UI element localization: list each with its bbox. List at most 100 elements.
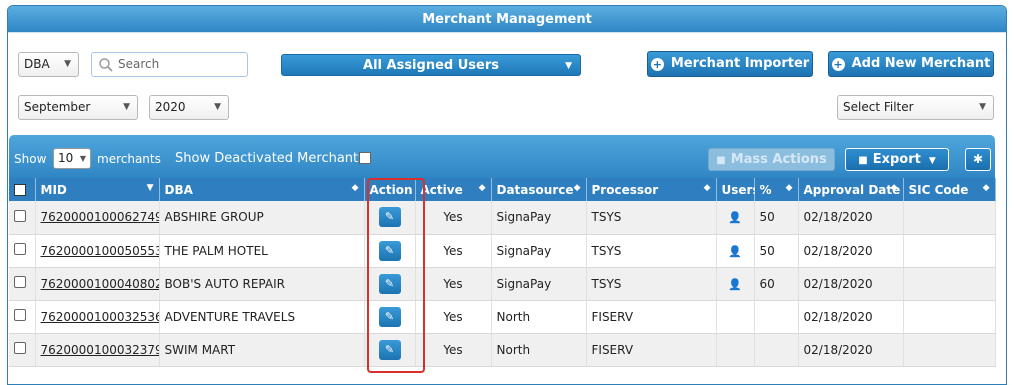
mid-cell: 7620000100032379 — [35, 333, 160, 367]
sort-desc-icon: ▼ — [146, 183, 154, 193]
chevron-down-icon: ▼ — [123, 102, 130, 112]
column-label: MID — [40, 182, 67, 197]
search-icon — [99, 58, 113, 72]
sic-code-cell — [903, 333, 996, 367]
select-all-header — [9, 178, 36, 201]
select-filter-dropdown[interactable]: Select Filter ▼ — [837, 95, 994, 120]
row-select-cell — [9, 201, 36, 235]
row-checkbox[interactable] — [14, 209, 26, 222]
mid-link[interactable]: 7620000100032379 — [41, 343, 159, 357]
column-header-processor[interactable]: Processor ◆ — [586, 178, 717, 201]
chevron-down-icon: ▼ — [214, 102, 221, 112]
datasource-cell: SignaPay — [491, 234, 587, 268]
month-select[interactable]: September ▼ — [18, 95, 138, 120]
assigned-users-dropdown[interactable]: All Assigned Users ▼ — [281, 54, 581, 76]
search-by-value: DBA — [24, 57, 50, 71]
column-label: Processor — [591, 182, 659, 197]
active-cell: Yes — [415, 333, 492, 367]
sort-icon: ◆ — [573, 183, 581, 193]
column-header-dba[interactable]: DBA ◆ — [159, 178, 365, 201]
datasource-cell: North — [491, 300, 587, 334]
edit-button[interactable]: ✎ — [378, 273, 401, 294]
save-icon: ■ — [716, 155, 726, 166]
action-cell: ✎ — [364, 333, 416, 367]
search-input[interactable]: Search — [91, 52, 248, 77]
plus-icon: + — [650, 58, 664, 71]
user-icon[interactable]: 👤 — [728, 278, 742, 291]
column-header-sic-code[interactable]: SIC Code ◆ — [903, 178, 996, 201]
processor-cell: FISERV — [586, 333, 717, 367]
edit-button[interactable]: ✎ — [378, 207, 401, 228]
chevron-down-icon: ▼ — [979, 102, 986, 112]
row-checkbox[interactable] — [14, 342, 26, 354]
column-label: Active — [420, 182, 463, 197]
edit-button[interactable]: ✎ — [378, 306, 401, 327]
edit-button[interactable]: ✎ — [378, 339, 401, 360]
action-cell: ✎ — [364, 234, 416, 268]
table-row: 7620000100050553 THE PALM HOTEL ✎ Yes SignaP… — [9, 234, 996, 268]
column-label: Approval Date — [803, 182, 901, 197]
mid-cell: 7620000100040802 — [35, 267, 160, 301]
merchant-importer-button[interactable]: + Merchant Importer — [647, 51, 813, 77]
row-checkbox[interactable] — [14, 276, 26, 288]
table-row: 7620000100040802 BOB'S AUTO REPAIR ✎ Yes Sig… — [9, 267, 996, 301]
mass-actions-label: Mass Actions — [730, 152, 827, 167]
column-header-percent[interactable]: % ◆ — [754, 178, 799, 201]
column-label: Action — [369, 182, 413, 197]
approval-date-cell: 02/18/2020 — [798, 234, 904, 268]
show-deactivated-checkbox[interactable] — [359, 152, 371, 164]
mid-cell: 7620000100062749 — [35, 201, 160, 235]
active-cell: Yes — [415, 267, 492, 301]
column-header-approval-date[interactable]: Approval Date ◆ — [798, 178, 904, 201]
mass-actions-button[interactable]: ■ Mass Actions — [708, 148, 835, 171]
percent-cell: 50 — [754, 201, 799, 235]
column-label: Datasource — [496, 182, 574, 197]
column-settings-button[interactable]: ✱ — [965, 148, 991, 171]
mid-link[interactable]: 7620000100050553 — [41, 244, 159, 258]
mid-link[interactable]: 7620000100040802 — [41, 277, 159, 291]
table-row: 7620000100032379 SWIM MART ✎ Yes North FISERV… — [9, 333, 996, 367]
save-icon: ■ — [858, 155, 868, 166]
select-all-checkbox[interactable] — [14, 184, 26, 196]
active-cell: Yes — [415, 234, 492, 268]
column-header-active[interactable]: Active ◆ — [415, 178, 492, 201]
search-by-select[interactable]: DBA ▼ — [18, 52, 79, 77]
approval-date-cell: 02/18/2020 — [798, 300, 904, 334]
datasource-cell: SignaPay — [491, 201, 587, 235]
assigned-users-value: All Assigned Users — [363, 58, 499, 73]
show-label: Show — [14, 152, 47, 166]
sort-icon: ◆ — [703, 183, 711, 193]
pencil-icon: ✎ — [384, 243, 395, 257]
search-placeholder: Search — [118, 57, 160, 71]
row-select-cell — [9, 234, 36, 268]
export-button[interactable]: ■ Export ▼ — [845, 148, 949, 171]
active-cell: Yes — [415, 201, 492, 235]
row-checkbox[interactable] — [14, 309, 26, 321]
users-cell: 👤 — [716, 201, 755, 235]
mid-link[interactable]: 7620000100062749 — [41, 210, 159, 224]
select-filter-value: Select Filter — [843, 100, 914, 114]
user-icon[interactable]: 👤 — [728, 245, 742, 258]
datasource-cell: North — [491, 333, 587, 367]
column-label: % — [759, 182, 772, 197]
panel-title: Merchant Management — [8, 6, 1006, 33]
sort-icon: ◆ — [785, 183, 793, 193]
column-header-datasource[interactable]: Datasource ◆ — [491, 178, 587, 201]
sic-code-cell — [903, 267, 996, 301]
row-checkbox[interactable] — [14, 243, 26, 255]
table-row: 7620000100032536 ADVENTURE TRAVELS ✎ Yes Nor… — [9, 300, 996, 334]
user-icon[interactable]: 👤 — [728, 211, 742, 224]
users-cell: 👤 — [716, 267, 755, 301]
edit-button[interactable]: ✎ — [378, 240, 401, 261]
column-label: SIC Code — [908, 182, 969, 197]
action-cell: ✎ — [364, 267, 416, 301]
add-new-merchant-button[interactable]: + Add New Merchant — [828, 51, 994, 77]
page-size-select[interactable]: 10 ▼ — [53, 148, 91, 169]
column-header-mid[interactable]: MID ▼ — [35, 178, 160, 201]
table-header-row: MID ▼ DBA ◆ Action Active ◆ Datasource ◆ Pro… — [9, 178, 996, 201]
year-select[interactable]: 2020 ▼ — [149, 95, 229, 120]
table-toolbar: Show 10 ▼ merchants Show Deactivated Mer… — [9, 135, 995, 178]
chevron-down-icon: ▼ — [565, 61, 572, 71]
mid-link[interactable]: 7620000100032536 — [41, 310, 159, 324]
percent-cell: 50 — [754, 234, 799, 268]
